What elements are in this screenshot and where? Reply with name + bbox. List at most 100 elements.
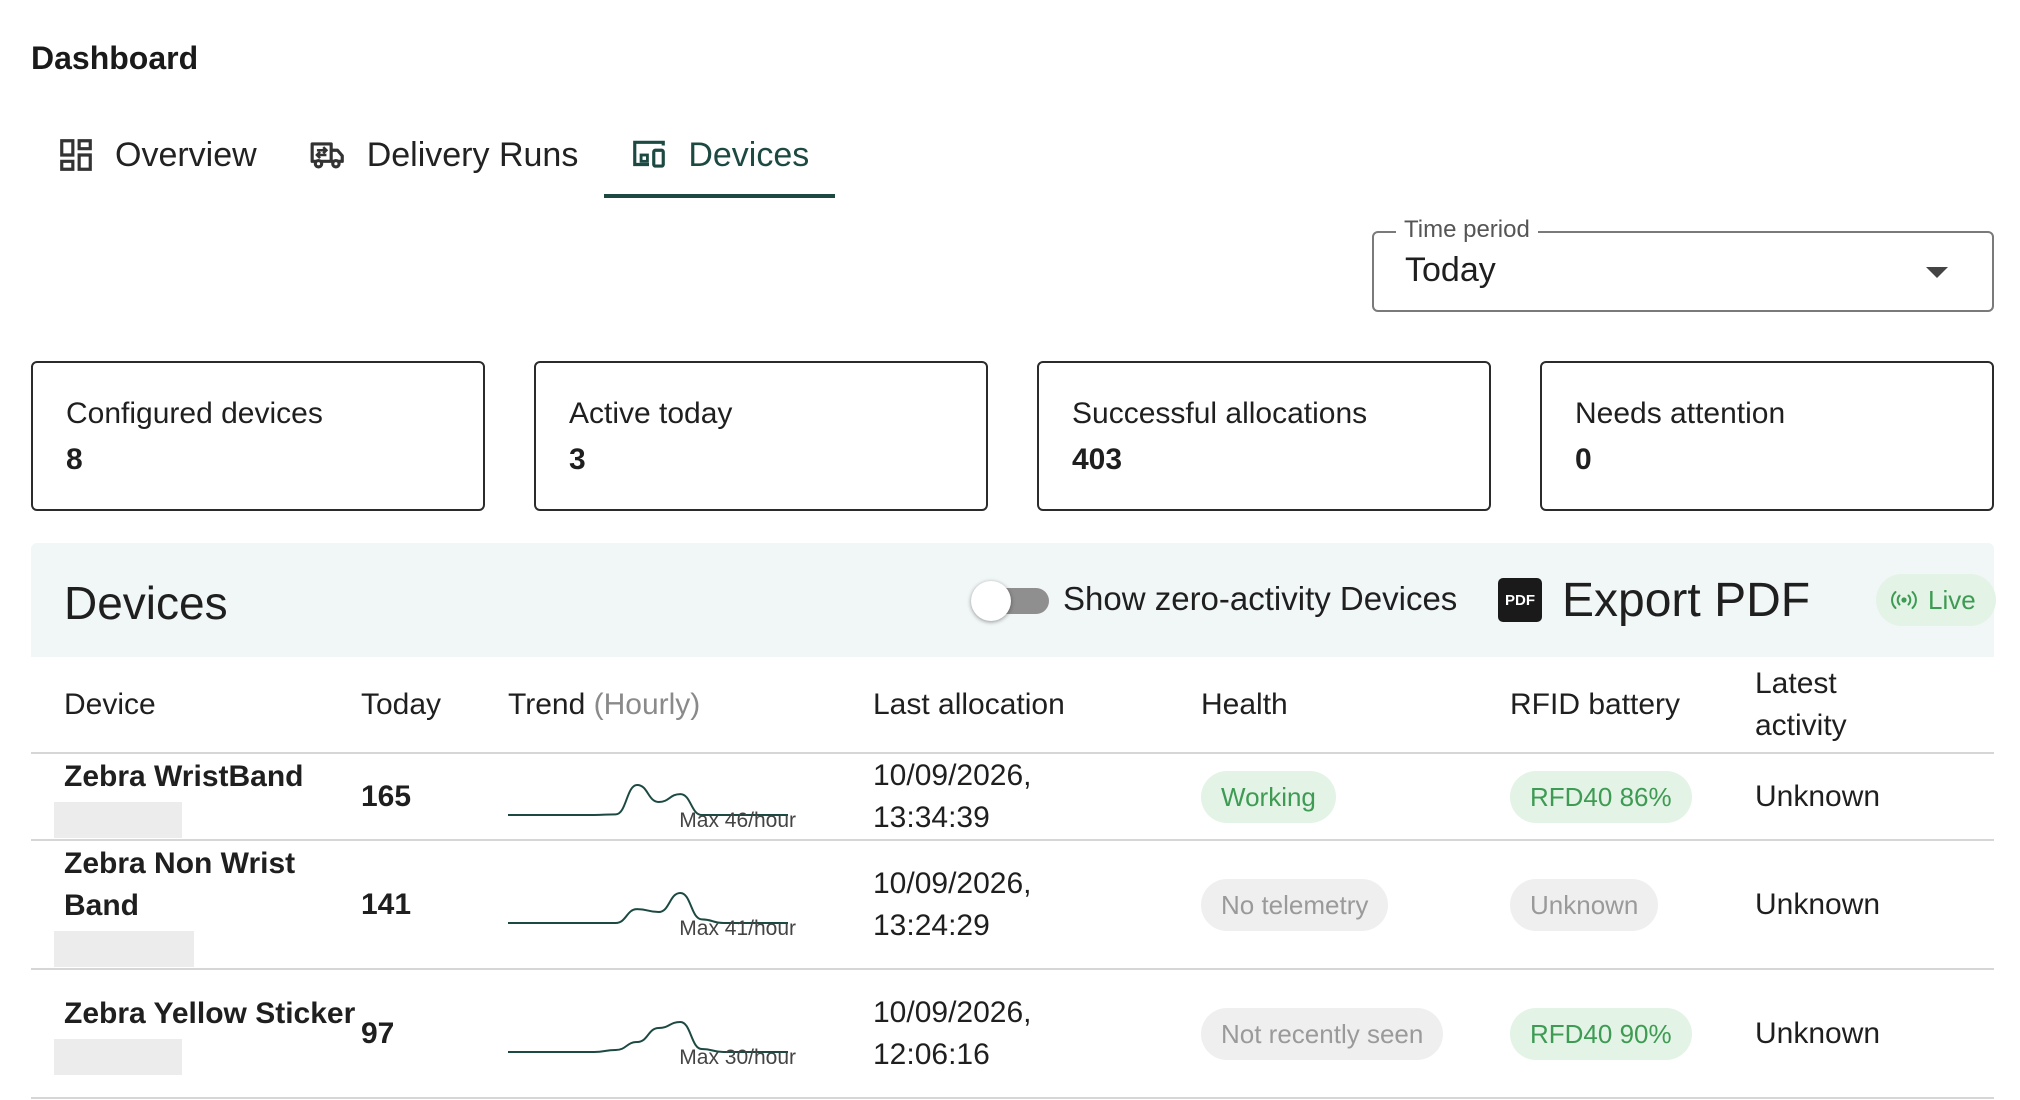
trend-caption: Max 41/hour: [679, 916, 796, 940]
battery-cell: Unknown: [1510, 840, 1755, 970]
stat-card-needs-attention: Needs attention 0: [1540, 361, 1994, 511]
tab-overview-label: Overview: [115, 135, 257, 174]
trend-header-suffix: (Hourly): [593, 687, 701, 721]
zero-activity-toggle[interactable]: [971, 581, 1051, 621]
stat-value: 3: [569, 443, 586, 476]
device-name: Zebra Non Wrist Band: [64, 846, 296, 922]
tab-overview[interactable]: Overview: [31, 110, 283, 200]
device-cell: Zebra WristBand: [31, 753, 361, 841]
device-id-redacted: [54, 930, 194, 967]
stat-card-active-today: Active today 3: [534, 361, 988, 511]
table-row[interactable]: Zebra Yellow Sticker 97 Max 30/hour 10/0…: [31, 969, 1994, 1099]
trend-cell: Max 46/hour: [508, 753, 873, 841]
trend-header-label: Trend: [508, 687, 586, 721]
tab-devices-label: Devices: [688, 135, 810, 174]
trend-cell: Max 30/hour: [508, 969, 873, 1099]
devices-panel-title: Devices: [64, 577, 228, 629]
table-row[interactable]: Zebra WristBand 165 Max 46/hour 10/09/20…: [31, 753, 1994, 841]
col-header-today[interactable]: Today: [361, 657, 508, 754]
today-cell: 165: [361, 753, 508, 841]
col-header-rfid-battery[interactable]: RFID battery: [1510, 657, 1755, 754]
devices-icon: [630, 136, 668, 174]
latest-activity-cell: Unknown: [1755, 840, 1994, 970]
chevron-down-icon: [1926, 267, 1948, 278]
col-header-device[interactable]: Device: [31, 657, 361, 754]
dashboard-icon: [57, 136, 95, 174]
today-count: 97: [361, 1016, 395, 1050]
stat-label: Configured devices: [66, 397, 323, 430]
stat-label: Needs attention: [1575, 397, 1786, 430]
last-allocation-cell: 10/09/2026, 13:24:29: [873, 840, 1201, 970]
tab-devices[interactable]: Devices: [604, 110, 836, 200]
stat-value: 403: [1072, 443, 1123, 476]
battery-badge: RFD40 86%: [1510, 770, 1692, 823]
col-header-trend: Trend (Hourly): [508, 657, 873, 754]
col-header-health[interactable]: Health: [1201, 657, 1510, 754]
tab-bar: Overview Delivery Runs Devices: [31, 110, 836, 200]
latest-activity-line2: activity: [1755, 708, 1847, 742]
battery-badge: Unknown: [1510, 878, 1659, 931]
today-count: 141: [361, 887, 412, 921]
health-cell: Not recently seen: [1201, 969, 1510, 1099]
stat-value: 8: [66, 443, 83, 476]
time-period-label: Time period: [1396, 216, 1538, 244]
device-cell: Zebra Yellow Sticker: [31, 969, 361, 1099]
last-allocation-cell: 10/09/2026, 12:06:16: [873, 969, 1201, 1099]
device-name: Zebra Yellow Sticker: [64, 996, 356, 1030]
last-allocation-date: 10/09/2026,: [873, 758, 1032, 792]
col-header-latest-activity[interactable]: Latest activity: [1755, 657, 1994, 754]
table-row[interactable]: Zebra Non Wrist Band 141 Max 41/hour 10/…: [31, 840, 1994, 970]
battery-badge: RFD40 90%: [1510, 1007, 1692, 1060]
export-pdf-button[interactable]: PDF Export PDF: [1498, 569, 1810, 631]
device-name: Zebra WristBand: [64, 759, 304, 793]
health-badge: Not recently seen: [1201, 1007, 1444, 1060]
table-header-row: Device Today Trend (Hourly) Last allocat…: [31, 657, 1994, 754]
health-cell: No telemetry: [1201, 840, 1510, 970]
col-header-last-allocation[interactable]: Last allocation: [873, 657, 1201, 754]
last-allocation-time: 13:34:39: [873, 800, 990, 834]
tab-delivery-runs-label: Delivery Runs: [366, 135, 579, 174]
stat-label: Successful allocations: [1072, 397, 1368, 430]
last-allocation-time: 12:06:16: [873, 1037, 990, 1071]
page-title: Dashboard: [31, 40, 199, 76]
device-id-redacted: [54, 801, 182, 838]
device-cell: Zebra Non Wrist Band: [31, 840, 361, 970]
last-allocation-date: 10/09/2026,: [873, 866, 1032, 900]
truck-icon: [309, 136, 347, 174]
trend-caption: Max 46/hour: [679, 808, 796, 832]
toggle-knob: [971, 581, 1011, 621]
tab-delivery-runs[interactable]: Delivery Runs: [283, 110, 605, 200]
last-allocation-date: 10/09/2026,: [873, 995, 1032, 1029]
trend-cell: Max 41/hour: [508, 840, 873, 970]
latest-activity-cell: Unknown: [1755, 969, 1994, 1099]
zero-activity-toggle-label[interactable]: Show zero-activity Devices: [1063, 580, 1457, 618]
time-period-value: Today: [1405, 251, 1496, 289]
battery-cell: RFD40 86%: [1510, 753, 1755, 841]
stat-label: Active today: [569, 397, 733, 430]
last-allocation-cell: 10/09/2026, 13:34:39: [873, 753, 1201, 841]
today-cell: 141: [361, 840, 508, 970]
live-label: Live: [1928, 584, 1976, 615]
health-cell: Working: [1201, 753, 1510, 841]
broadcast-icon: [1890, 589, 1918, 611]
today-cell: 97: [361, 969, 508, 1099]
devices-table: Device Today Trend (Hourly) Last allocat…: [31, 657, 1994, 1099]
today-count: 165: [361, 779, 412, 813]
time-period-select[interactable]: Time period Today: [1372, 216, 1994, 312]
trend-caption: Max 30/hour: [679, 1045, 796, 1069]
export-pdf-label: Export PDF: [1562, 573, 1811, 627]
stat-cards: Configured devices 8 Active today 3 Succ…: [31, 361, 1994, 511]
pdf-icon: PDF: [1498, 578, 1542, 622]
latest-activity-cell: Unknown: [1755, 753, 1994, 841]
last-allocation-time: 13:24:29: [873, 908, 990, 942]
battery-cell: RFD40 90%: [1510, 969, 1755, 1099]
live-badge: Live: [1876, 574, 1996, 626]
health-badge: Working: [1201, 770, 1336, 823]
health-badge: No telemetry: [1201, 878, 1389, 931]
device-id-redacted: [54, 1038, 182, 1075]
latest-activity-line1: Latest: [1755, 666, 1837, 700]
stat-card-configured-devices: Configured devices 8: [31, 361, 485, 511]
stat-card-successful-allocations: Successful allocations 403: [1037, 361, 1491, 511]
devices-panel-header: Devices Show zero-activity Devices PDF E…: [31, 543, 1996, 657]
stat-value: 0: [1575, 443, 1592, 476]
